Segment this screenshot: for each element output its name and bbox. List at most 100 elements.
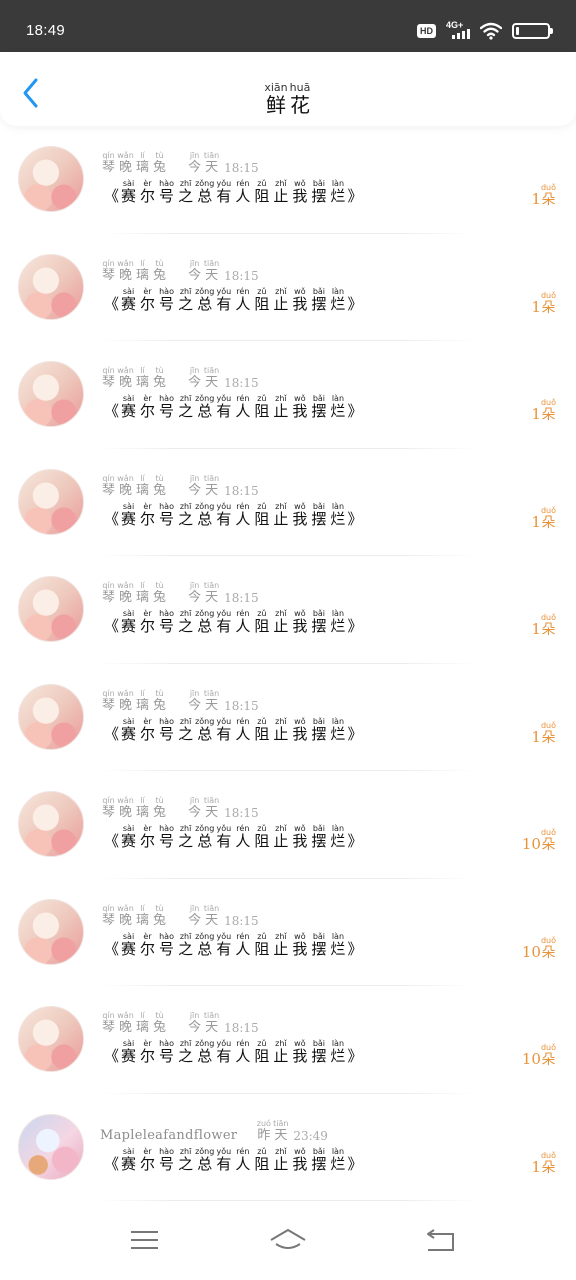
hanzi: 摆 (311, 187, 327, 205)
list-item[interactable]: Mapleleafandflower zuó 昨 tiān 天 23:49 《 sài 赛 èr 尔… (0, 1094, 576, 1201)
name-char: lí 璃 (134, 904, 151, 927)
home-button[interactable] (268, 1226, 308, 1256)
hd-badge: HD (417, 24, 436, 38)
name-char: qín 琴 (100, 797, 117, 820)
avatar[interactable] (18, 468, 84, 535)
hanzi: 止 (273, 294, 289, 313)
day-char: zuó 昨 (255, 1119, 272, 1142)
hanzi: 尔 (140, 832, 156, 850)
avatar[interactable] (18, 146, 84, 212)
menu-button[interactable] (124, 1226, 164, 1256)
timestamp: jīn 今 tiān 天 18:15 (186, 258, 259, 282)
hanzi: 我 (292, 509, 308, 528)
pinyin: qín (102, 688, 115, 698)
message-char: zhǐ 止 (271, 932, 290, 957)
name-char: qín 琴 (100, 259, 117, 282)
list-item[interactable]: qín 琴 wǎn 晚 lí 璃 tù 兔 jīn 今 tiān 天 18:15 《 sài 赛 èr 尔 hào 号… (0, 341, 576, 449)
system-back-button[interactable] (420, 1226, 460, 1256)
hanzi: 尔 (140, 724, 156, 743)
sender-name: Mapleleafandflower (100, 1127, 238, 1143)
close-bracket: 》 (347, 617, 363, 635)
avatar[interactable] (18, 1006, 84, 1072)
pinyin: jīn (189, 258, 200, 268)
hanzi: 烂 (330, 724, 346, 743)
avatar[interactable] (18, 1113, 84, 1180)
avatar[interactable] (18, 683, 84, 750)
avatar[interactable] (18, 898, 84, 965)
pinyin: lí (140, 796, 145, 805)
list-item[interactable]: qín 琴 wǎn 晚 lí 璃 tù 兔 jīn 今 tiān 天 18:15 《 sài 赛 èr 尔 hào 号… (0, 986, 576, 1094)
hanzi: 我 (292, 832, 308, 850)
hanzi: 摆 (311, 402, 327, 420)
pinyin: qín (102, 151, 115, 160)
message-char: èr 尔 (138, 825, 157, 849)
unit-char: duǒ 朵 (541, 829, 556, 853)
avatar[interactable] (18, 361, 84, 427)
list-item[interactable]: qín 琴 wǎn 晚 lí 璃 tù 兔 jīn 今 tiān 天 18:15 《 sài 赛 èr 尔 hào 号… (0, 449, 576, 556)
message-char: bǎi 摆 (309, 717, 328, 742)
avatar[interactable] (18, 253, 84, 320)
message-char: rén 人 (233, 717, 252, 742)
list-item[interactable]: qín 琴 wǎn 晚 lí 璃 tù 兔 jīn 今 tiān 天 18:15 《 sài 赛 èr 尔 hào 号… (0, 771, 576, 879)
message-char: rén 人 (233, 395, 252, 419)
hanzi: 有 (216, 939, 232, 958)
unit-char: duǒ 朵 (541, 399, 556, 423)
open-bracket: 《 (104, 402, 120, 420)
unit-char: duǒ 朵 (541, 291, 556, 315)
timestamp: zuó 昨 tiān 天 23:49 (255, 1119, 328, 1142)
hanzi: 朵 (541, 407, 556, 423)
list-item[interactable]: qín 琴 wǎn 晚 lí 璃 tù 兔 jīn 今 tiān 天 18:15 《 sài 赛 èr 尔 hào 号… (0, 664, 576, 771)
pinyin: wǎn (117, 796, 134, 805)
name-char: lí 璃 (134, 582, 151, 605)
message-char: yǒu 有 (214, 610, 233, 634)
flower-count-unit: duǒ 朵 (541, 614, 556, 638)
message-char: sài 赛 (119, 610, 138, 634)
sender-name: qín 琴 wǎn 晚 lí 璃 tù 兔 (100, 688, 168, 712)
avatar[interactable] (18, 576, 84, 642)
hanzi: 烂 (330, 1154, 346, 1173)
list-item[interactable]: qín 琴 wǎn 晚 lí 璃 tù 兔 jīn 今 tiān 天 18:15 《 sài 赛 èr 尔 hào 号… (0, 126, 576, 234)
hanzi: 兔 (153, 267, 167, 283)
flower-count-number: 1 (531, 620, 541, 638)
hanzi: 琴 (102, 482, 116, 498)
message-ruby: sài 赛 èr 尔 hào 号 zhī 之 zǒng 总 yǒu 有 rén 人 zǔ 阻 zhǐ 止 wǒ 我 bǎ… (119, 932, 347, 958)
message-char: zhī 之 (176, 610, 195, 634)
message-char: bǎi 摆 (309, 610, 328, 634)
unit-char: duǒ 朵 (541, 506, 556, 530)
hanzi: 尔 (140, 402, 156, 420)
hanzi: 尔 (140, 509, 156, 528)
name-char: wǎn 晚 (117, 904, 134, 927)
hanzi: 人 (235, 1047, 251, 1065)
flower-count-unit: duǒ 朵 (541, 506, 556, 530)
message-char: làn 烂 (328, 180, 347, 204)
message-char: zǔ 阻 (252, 502, 271, 527)
hanzi: 天 (205, 697, 219, 713)
timestamp: jīn 今 tiān 天 18:15 (186, 1012, 259, 1035)
sender-name: qín 琴 wǎn 晚 lí 璃 tù 兔 (100, 258, 168, 283)
hanzi: 摆 (311, 939, 327, 958)
hanzi: 天 (205, 160, 219, 175)
message-char: zǔ 阻 (252, 180, 271, 204)
hanzi: 摆 (311, 832, 327, 850)
hanzi: 今 (188, 805, 202, 820)
timestamp: jīn 今 tiān 天 18:15 (186, 474, 259, 497)
message-char: zhǐ 止 (271, 717, 290, 742)
open-bracket: 《 (104, 294, 120, 313)
hanzi: 有 (216, 617, 232, 635)
list-item[interactable]: qín 琴 wǎn 晚 lí 璃 tù 兔 jīn 今 tiān 天 18:15 《 sài 赛 èr 尔 hào 号… (0, 234, 576, 341)
avatar[interactable] (18, 791, 84, 857)
hanzi: 我 (292, 1047, 308, 1065)
timestamp-day: jīn 今 tiān 天 (186, 797, 220, 820)
hanzi: 号 (159, 617, 175, 635)
hanzi: 兔 (153, 160, 167, 175)
pinyin: qín (102, 1011, 115, 1020)
hanzi: 朵 (541, 729, 556, 746)
pinyin: wǎn (117, 258, 134, 268)
hanzi: 阻 (254, 294, 270, 313)
hanzi: 晚 (119, 482, 133, 498)
list-item[interactable]: qín 琴 wǎn 晚 lí 璃 tù 兔 jīn 今 tiān 天 18:15 《 sài 赛 èr 尔 hào 号… (0, 556, 576, 664)
list-item[interactable]: qín 琴 wǎn 晚 lí 璃 tù 兔 jīn 今 tiān 天 18:15 《 sài 赛 èr 尔 hào 号… (0, 879, 576, 986)
flower-count-unit: duǒ 朵 (541, 829, 556, 853)
message-char: zhī 之 (176, 180, 195, 204)
hanzi: 烂 (330, 187, 346, 205)
